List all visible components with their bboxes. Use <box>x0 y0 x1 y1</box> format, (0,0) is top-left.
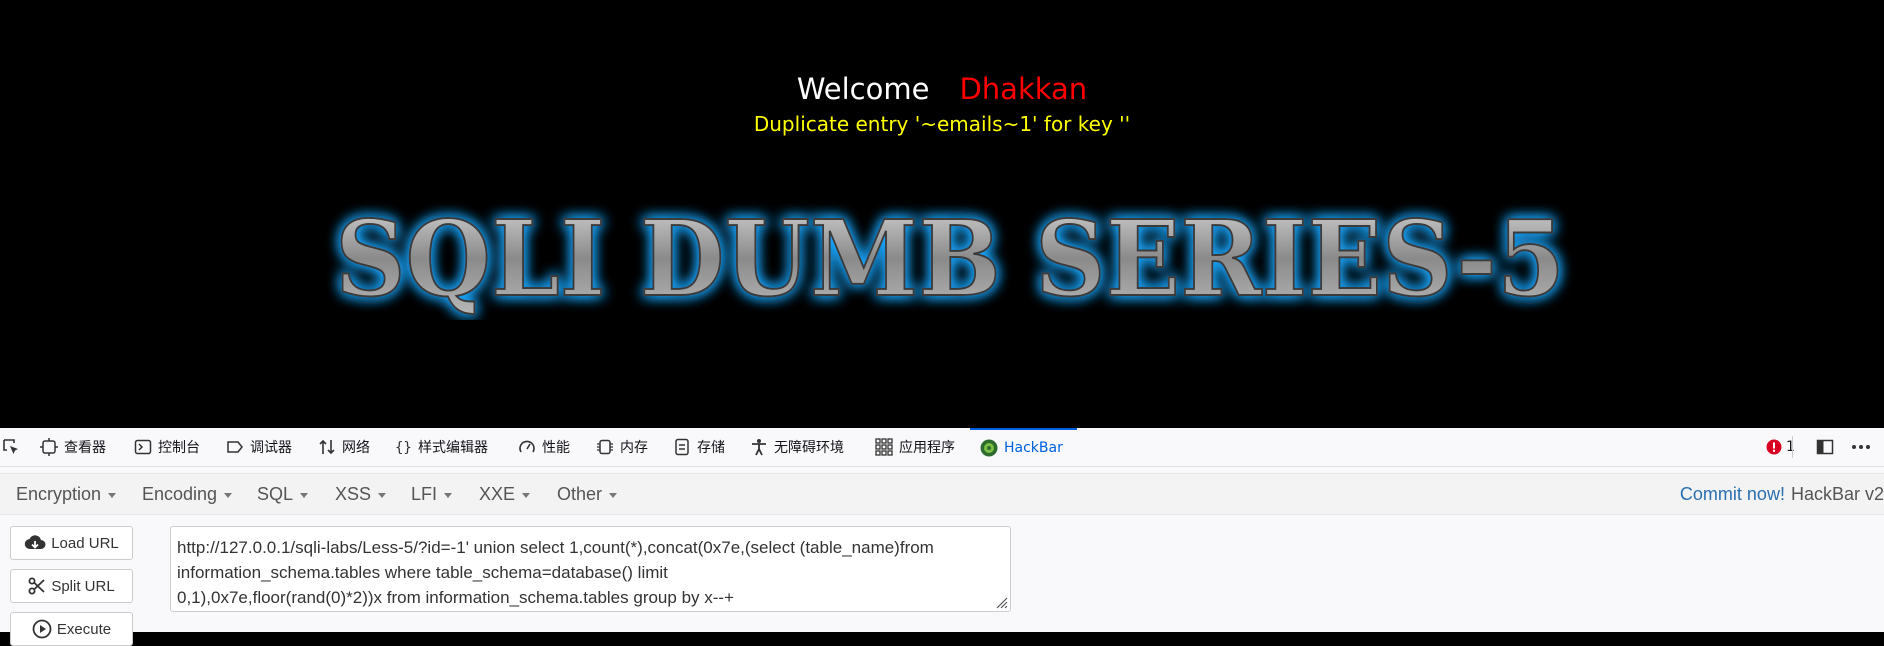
error-count: 1 <box>1786 439 1795 455</box>
menu-label: SQL <box>257 483 294 504</box>
devtools-tab-10[interactable]: HackBar <box>970 428 1077 466</box>
devtools-tab-label: HackBar <box>1004 440 1063 456</box>
devtools-tab-2[interactable]: 调试器 <box>226 428 292 466</box>
execute-button[interactable]: Execute <box>10 612 133 646</box>
menu-label: Encryption <box>16 483 102 504</box>
caret-down-icon <box>224 492 233 498</box>
devtools-tab-8[interactable]: 无障碍环境 <box>750 428 844 466</box>
devtools-tab-7[interactable]: 存储 <box>673 428 725 466</box>
scissors-icon <box>28 577 45 595</box>
error-indicator[interactable]: 1 <box>1766 428 1795 466</box>
hackbar-menu-lfi[interactable]: LFI <box>411 474 453 514</box>
commit-now-link[interactable]: Commit now! <box>1680 484 1785 505</box>
hackbar-menu-xxe[interactable]: XXE <box>479 474 531 514</box>
cloud-download-icon <box>25 535 46 550</box>
devtools-tab-6[interactable]: 内存 <box>596 428 648 466</box>
devtools-tab-label: 应用程序 <box>899 440 955 456</box>
web-page: Welcome Dhakkan Duplicate entry '~emails~… <box>0 0 1884 428</box>
caret-down-icon <box>378 492 387 498</box>
caret-down-icon <box>108 492 117 498</box>
menu-label: LFI <box>411 483 438 504</box>
divider <box>1792 428 1793 466</box>
devtools-tab-label: 内存 <box>620 440 648 456</box>
devtools-tab-label: 控制台 <box>158 440 200 456</box>
devtools-tab-4[interactable]: {} 样式编辑器 <box>394 428 488 466</box>
caret-down-icon <box>300 492 309 498</box>
hackbar-menu-xss[interactable]: XSS <box>335 474 387 514</box>
accessibility-icon <box>750 438 774 456</box>
hackbar-menu-other[interactable]: Other <box>557 474 618 514</box>
devtools-tab-label: 网络 <box>342 440 370 456</box>
welcome-text: Welcome <box>796 72 930 106</box>
devtools-tab-label: 存储 <box>697 440 725 456</box>
welcome-line: Welcome Dhakkan <box>0 72 1884 106</box>
banner-title-text: SQLI DUMB SERIES-5 <box>335 200 1565 320</box>
hackbar-menu-sql[interactable]: SQL <box>257 474 309 514</box>
hackbar-toolbar: Encryption Encoding SQL XSS LFI XXE Other Comm… <box>0 473 1884 515</box>
devtools-tab-0[interactable]: 查看器 <box>40 428 106 466</box>
console-icon <box>134 438 158 456</box>
error-icon <box>1766 439 1782 455</box>
play-icon <box>32 619 52 639</box>
devtools-tab-1[interactable]: 控制台 <box>134 428 200 466</box>
storage-icon <box>673 438 697 456</box>
hackbar-menu-encoding[interactable]: Encoding <box>142 474 233 514</box>
menu-label: Encoding <box>142 483 218 504</box>
split-url-button[interactable]: Split URL <box>10 569 133 603</box>
devtools-tab-label: 查看器 <box>64 440 106 456</box>
caret-down-icon <box>444 492 453 498</box>
menu-label: Other <box>557 483 603 504</box>
devtools-panel: 查看器 控制台 调试器 网络 {} 样式编辑器 性能 内存 存储 无障碍环境 应用程序 HackBar… <box>0 428 1884 646</box>
load-url-label: Load URL <box>51 534 119 552</box>
devtools-tabbar: 查看器 控制台 调试器 网络 {} 样式编辑器 性能 内存 存储 无障碍环境 应用程序 HackBar… <box>0 428 1884 467</box>
resize-grip-icon[interactable] <box>994 595 1008 609</box>
devtools-tab-3[interactable]: 网络 <box>318 428 370 466</box>
hackbar-icon <box>980 439 1004 457</box>
inspector-icon <box>40 438 64 456</box>
devtools-tab-label: 性能 <box>542 440 570 456</box>
svg-text:{}: {} <box>395 440 412 456</box>
style-editor-icon: {} <box>394 438 418 456</box>
devtools-tab-label: 调试器 <box>250 440 292 456</box>
menu-label: XXE <box>479 483 516 504</box>
hackbar-version: HackBar v2 <box>1790 483 1884 504</box>
execute-label: Execute <box>56 620 112 638</box>
load-url-button[interactable]: Load URL <box>10 526 133 560</box>
caret-down-icon <box>522 492 531 498</box>
more-options-icon[interactable] <box>1850 428 1872 466</box>
element-picker-icon[interactable] <box>2 428 20 466</box>
url-line: http://127.0.0.1/sqli-labs/Less-5/?id=-1… <box>177 538 934 557</box>
url-line: information_schema.tables where table_sc… <box>177 563 668 582</box>
devtools-tab-5[interactable]: 性能 <box>518 428 570 466</box>
caret-down-icon <box>609 492 618 498</box>
hackbar-menu-encryption[interactable]: Encryption <box>16 474 117 514</box>
url-line: 0,1),0x7e,floor(rand(0)*2))x from inform… <box>177 588 734 607</box>
dock-toggle-icon[interactable] <box>1815 428 1835 466</box>
url-textarea[interactable]: http://127.0.0.1/sqli-labs/Less-5/?id=-1… <box>170 526 1011 612</box>
devtools-tab-label: 样式编辑器 <box>418 440 488 456</box>
devtools-tab-9[interactable]: 应用程序 <box>875 428 955 466</box>
banner-title: SQLI DUMB SERIES-5 <box>334 200 1566 320</box>
performance-icon <box>518 438 542 456</box>
hackbar-commit: Commit now! HackBar v2 <box>1680 474 1884 514</box>
memory-icon <box>596 438 620 456</box>
user-name: Dhakkan <box>959 72 1088 106</box>
debugger-icon <box>226 438 250 456</box>
application-icon <box>875 438 899 456</box>
devtools-tab-label: 无障碍环境 <box>774 440 844 456</box>
menu-label: XSS <box>335 483 372 504</box>
split-url-label: Split URL <box>51 577 115 595</box>
error-message: Duplicate entry '~emails~1' for key '' <box>753 112 1131 136</box>
network-icon <box>318 438 342 456</box>
